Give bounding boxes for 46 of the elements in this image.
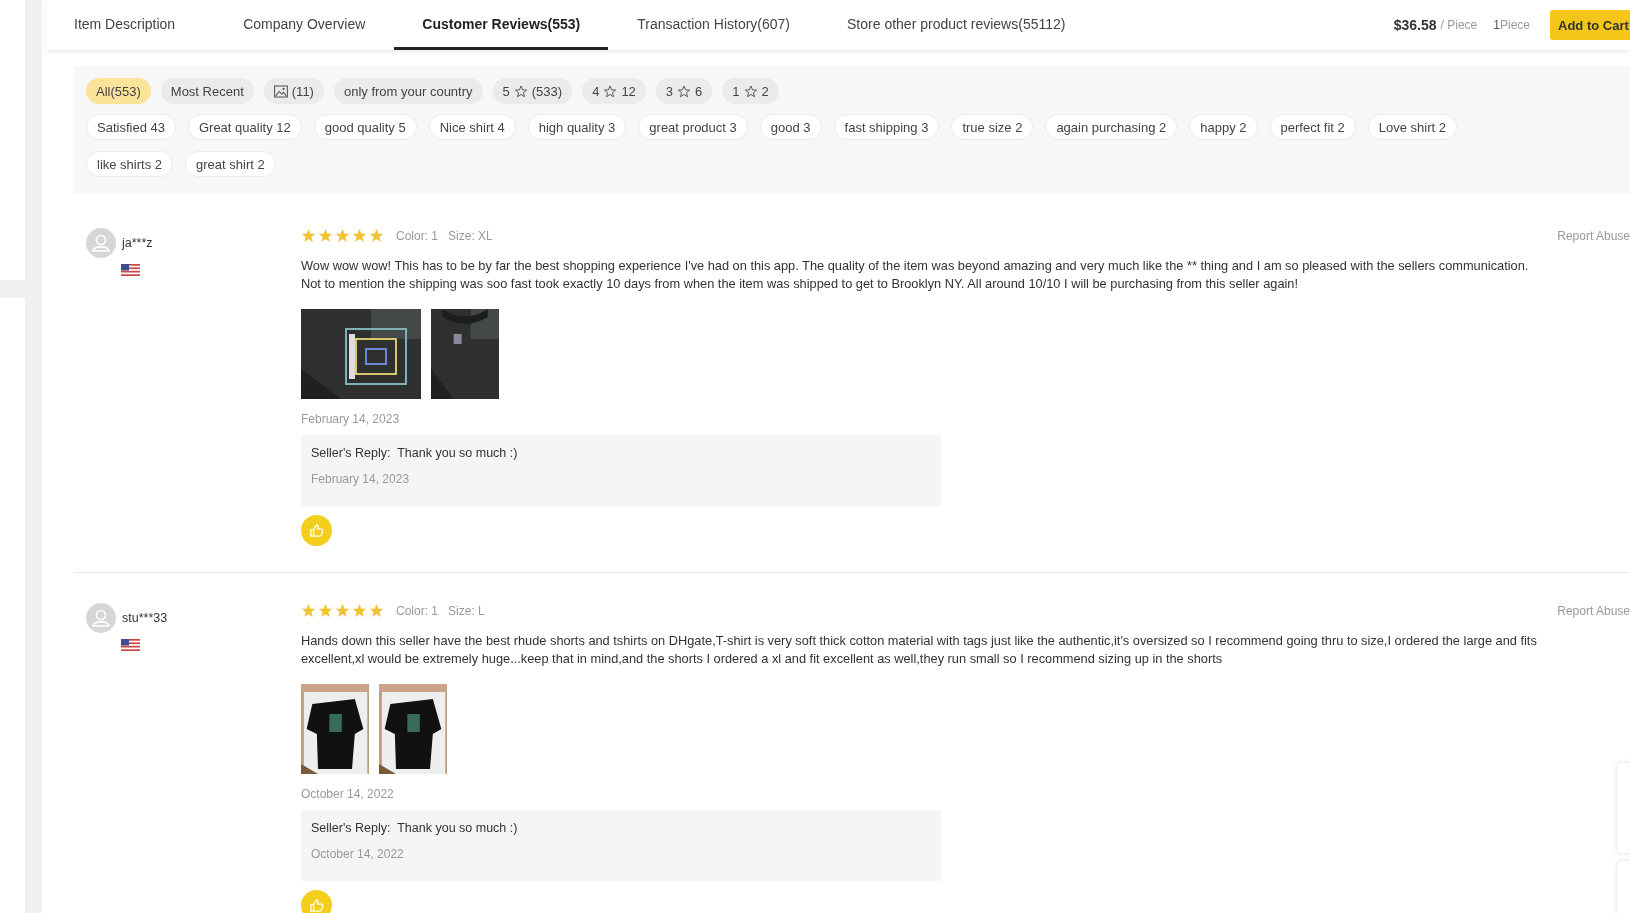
unit-text: / Piece (1440, 18, 1478, 32)
seller-reply-text: Seller's Reply: Thank you so much :) (311, 821, 518, 835)
tag-chip[interactable]: perfect fit 2 (1269, 114, 1356, 140)
filter-chip[interactable]: 3 6 (655, 78, 713, 104)
user-name: stu***33 (122, 611, 168, 625)
color-text: Color: 1 (396, 603, 439, 618)
tag-chip[interactable]: Great quality 12 (187, 114, 302, 140)
quantity-text: 1Piece (1493, 18, 1530, 32)
tag-chip[interactable]: again purchasing 2 (1045, 114, 1178, 140)
tab[interactable]: Customer Reviews(553) (394, 0, 609, 50)
tag-chip[interactable]: true size 2 (951, 114, 1034, 140)
tab[interactable]: Company Overview (215, 0, 394, 50)
filter-chip[interactable]: 5 (533) (492, 78, 573, 104)
price-text: $36.58 (1393, 17, 1437, 33)
filter-chip[interactable]: Most Recent (160, 78, 254, 104)
tab[interactable]: Transaction History(607) (609, 0, 819, 50)
filter-chip[interactable]: only from your country (333, 78, 483, 104)
size-text: Size: L (448, 603, 485, 618)
tag-chip[interactable]: Nice shirt 4 (428, 114, 516, 140)
color-text: Color: 1 (396, 228, 439, 243)
review-date: October 14, 2022 (301, 787, 394, 801)
tag-chip[interactable]: Satisfied 43 (86, 114, 176, 140)
user-name: ja***z (122, 236, 153, 250)
filter-chip[interactable]: 1 2 (722, 78, 779, 104)
tab[interactable]: Store other product reviews(55112) (819, 0, 1094, 50)
reply-date: February 14, 2023 (311, 472, 410, 486)
tag-chip[interactable]: Love shirt 2 (1367, 114, 1457, 140)
seller-reply-text: Seller's Reply: Thank you so much :) (311, 446, 518, 460)
review-text: Wow wow wow! This has to be by far the best shopping experience I've had on this app. The quality of the item was beyond amazing and very much like the ** thing and I am so pleased with the sellers communication. Not to mention the shipping was soo fast took exactly 10 days from when the item was shipped to get to Brooklyn NY. All around 10/10 I will be purchasing from this seller again! (301, 257, 1530, 293)
filter-chip[interactable]: (11) (263, 78, 324, 104)
review-text: Hands down this seller have the best rhude shorts and tshirts on DHgate,T-shirt is very soft thick cotton material with tags just like the authentic,it's oversized so I recommend going thru to size,I ordered the large and fits excellent,xl would be extremely huge...keep that in mind,and the shorts I ordered a xl and fit excellent as well,they run small so I recommend sizing up in the shorts (301, 632, 1538, 668)
filter-chip[interactable]: 4 12 (582, 78, 646, 104)
add-to-cart-button[interactable]: Add to Cart (1550, 10, 1630, 40)
tag-chip[interactable]: happy 2 (1189, 114, 1258, 140)
filter-chip[interactable]: All(553) (86, 78, 151, 104)
review-date: February 14, 2023 (301, 412, 400, 426)
tab[interactable]: Item Description (74, 0, 204, 50)
tag-chip[interactable]: high quality 3 (527, 114, 627, 140)
tag-chip[interactable]: great product 3 (638, 114, 748, 140)
tag-chip[interactable]: good quality 5 (313, 114, 417, 140)
reply-date: October 14, 2022 (311, 847, 404, 861)
tag-chip[interactable]: like shirts 2 (86, 151, 174, 177)
size-text: Size: XL (448, 228, 493, 243)
tag-chip[interactable]: great shirt 2 (185, 151, 276, 177)
tag-chip[interactable]: good 3 (759, 114, 822, 140)
tag-chip[interactable]: fast shipping 3 (833, 114, 940, 140)
